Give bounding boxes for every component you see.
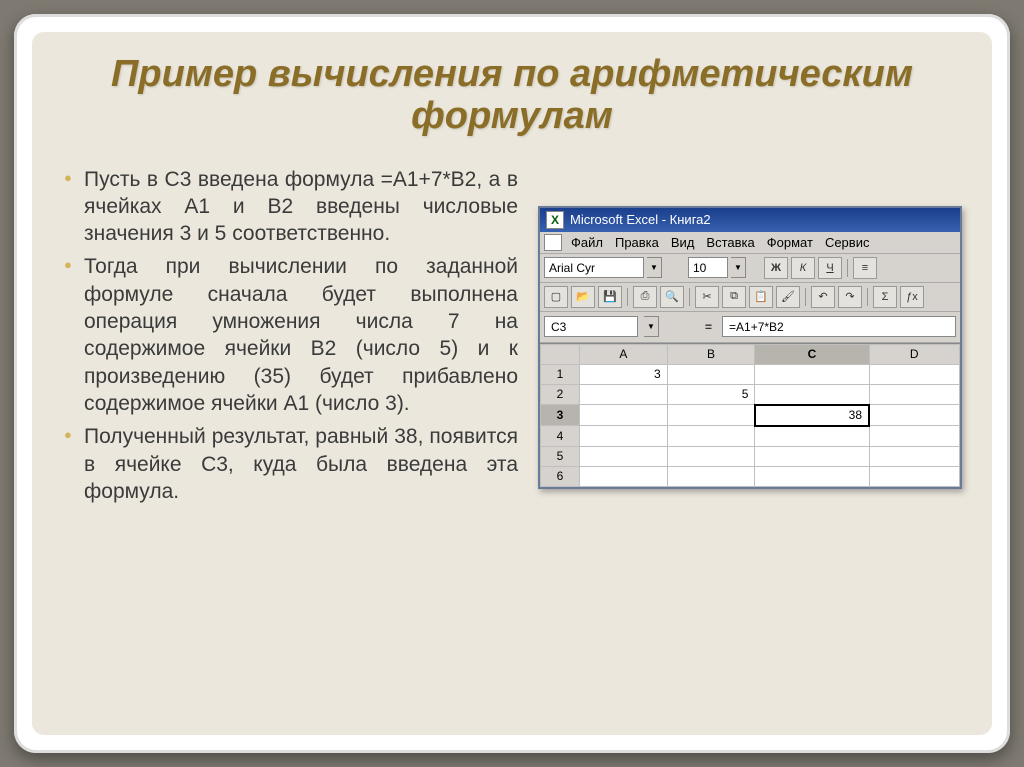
excel-window: X Microsoft Excel - Книга2 Файл Правка В…	[538, 206, 962, 489]
cell-c1[interactable]	[755, 364, 869, 384]
cell-d1[interactable]	[869, 364, 959, 384]
cell-a1[interactable]: 3	[580, 364, 668, 384]
bullet-item: Полученный результат, равный 38, появитс…	[62, 423, 518, 505]
separator	[627, 288, 628, 306]
menu-bar: Файл Правка Вид Вставка Формат Сервис	[540, 232, 960, 254]
menu-edit[interactable]: Правка	[610, 234, 664, 251]
format-painter-button[interactable]: 🖌	[776, 286, 800, 308]
copy-button[interactable]: ⧉	[722, 286, 746, 308]
dropdown-icon[interactable]: ▼	[731, 257, 746, 278]
menu-tools[interactable]: Сервис	[820, 234, 875, 251]
separator	[805, 288, 806, 306]
document-icon	[544, 234, 562, 251]
cell-d4[interactable]	[869, 426, 959, 447]
separator	[867, 288, 868, 306]
col-header-c[interactable]: C	[755, 344, 869, 364]
separator	[847, 259, 848, 277]
dropdown-icon[interactable]: ▼	[647, 257, 662, 278]
equals-icon: =	[701, 320, 716, 334]
align-left-button[interactable]: ≡	[853, 257, 877, 279]
save-button[interactable]: 💾	[598, 286, 622, 308]
select-all-corner[interactable]	[541, 344, 580, 364]
standard-toolbar: ▢ 📂 💾 ⎙ 🔍 ✂ ⧉ 📋 🖌 ↶ ↷	[540, 283, 960, 312]
cell-a3[interactable]	[580, 405, 668, 426]
cell-d3[interactable]	[869, 405, 959, 426]
font-name-selector[interactable]: Arial Cyr	[544, 257, 644, 278]
bullet-item: Пусть в C3 введена формула =A1+7*B2, а в…	[62, 166, 518, 248]
slide-title: Пример вычисления по арифметическим форм…	[32, 32, 992, 146]
row-header-2[interactable]: 2	[541, 384, 580, 405]
cell-b3[interactable]	[667, 405, 755, 426]
underline-button[interactable]: Ч	[818, 257, 842, 279]
bold-button[interactable]: Ж	[764, 257, 788, 279]
excel-column: X Microsoft Excel - Книга2 Файл Правка В…	[538, 166, 962, 512]
cell-d2[interactable]	[869, 384, 959, 405]
open-button[interactable]: 📂	[571, 286, 595, 308]
cell-b5[interactable]	[667, 446, 755, 466]
cell-d5[interactable]	[869, 446, 959, 466]
cell-b6[interactable]	[667, 466, 755, 486]
slide-frame: Пример вычисления по арифметическим форм…	[14, 14, 1010, 753]
cell-b1[interactable]	[667, 364, 755, 384]
preview-button[interactable]: 🔍	[660, 286, 684, 308]
row-header-1[interactable]: 1	[541, 364, 580, 384]
cell-d6[interactable]	[869, 466, 959, 486]
col-header-d[interactable]: D	[869, 344, 959, 364]
window-title: Microsoft Excel - Книга2	[570, 212, 711, 227]
bullet-list: Пусть в C3 введена формула =A1+7*B2, а в…	[62, 166, 518, 506]
menu-view[interactable]: Вид	[666, 234, 700, 251]
separator	[689, 288, 690, 306]
new-doc-button[interactable]: ▢	[544, 286, 568, 308]
menu-file[interactable]: Файл	[566, 234, 608, 251]
row-header-3[interactable]: 3	[541, 405, 580, 426]
name-box[interactable]: C3	[544, 316, 638, 337]
italic-button[interactable]: К	[791, 257, 815, 279]
col-header-b[interactable]: B	[667, 344, 755, 364]
paste-button[interactable]: 📋	[749, 286, 773, 308]
row-header-4[interactable]: 4	[541, 426, 580, 447]
cell-b4[interactable]	[667, 426, 755, 447]
bullet-item: Тогда при вычислении по заданной формуле…	[62, 253, 518, 417]
cell-c5[interactable]	[755, 446, 869, 466]
row-header-6[interactable]: 6	[541, 466, 580, 486]
menu-insert[interactable]: Вставка	[701, 234, 759, 251]
undo-button[interactable]: ↶	[811, 286, 835, 308]
spreadsheet-grid[interactable]: A B C D 1 3	[540, 343, 960, 487]
autosum-button[interactable]: Σ	[873, 286, 897, 308]
function-button[interactable]: ƒx	[900, 286, 924, 308]
formula-bar: C3 ▼ = =A1+7*B2	[540, 312, 960, 343]
dropdown-icon[interactable]: ▼	[644, 316, 659, 337]
cell-a5[interactable]	[580, 446, 668, 466]
content-columns: Пусть в C3 введена формула =A1+7*B2, а в…	[32, 146, 992, 512]
excel-app-icon: X	[546, 211, 564, 229]
redo-button[interactable]: ↷	[838, 286, 862, 308]
formula-input[interactable]: =A1+7*B2	[722, 316, 956, 337]
window-titlebar[interactable]: X Microsoft Excel - Книга2	[540, 208, 960, 232]
print-button[interactable]: ⎙	[633, 286, 657, 308]
cell-c6[interactable]	[755, 466, 869, 486]
cell-c2[interactable]	[755, 384, 869, 405]
menu-format[interactable]: Формат	[762, 234, 818, 251]
slide-inner: Пример вычисления по арифметическим форм…	[32, 32, 992, 735]
row-header-5[interactable]: 5	[541, 446, 580, 466]
cell-a2[interactable]	[580, 384, 668, 405]
cell-c4[interactable]	[755, 426, 869, 447]
font-toolbar: Arial Cyr ▼ 10 ▼ Ж К Ч ≡	[540, 254, 960, 283]
font-size-selector[interactable]: 10	[688, 257, 728, 278]
col-header-a[interactable]: A	[580, 344, 668, 364]
cell-a4[interactable]	[580, 426, 668, 447]
cut-button[interactable]: ✂	[695, 286, 719, 308]
cell-a6[interactable]	[580, 466, 668, 486]
cell-b2[interactable]: 5	[667, 384, 755, 405]
cell-c3[interactable]: 38	[755, 405, 869, 426]
text-column: Пусть в C3 введена формула =A1+7*B2, а в…	[62, 166, 518, 512]
